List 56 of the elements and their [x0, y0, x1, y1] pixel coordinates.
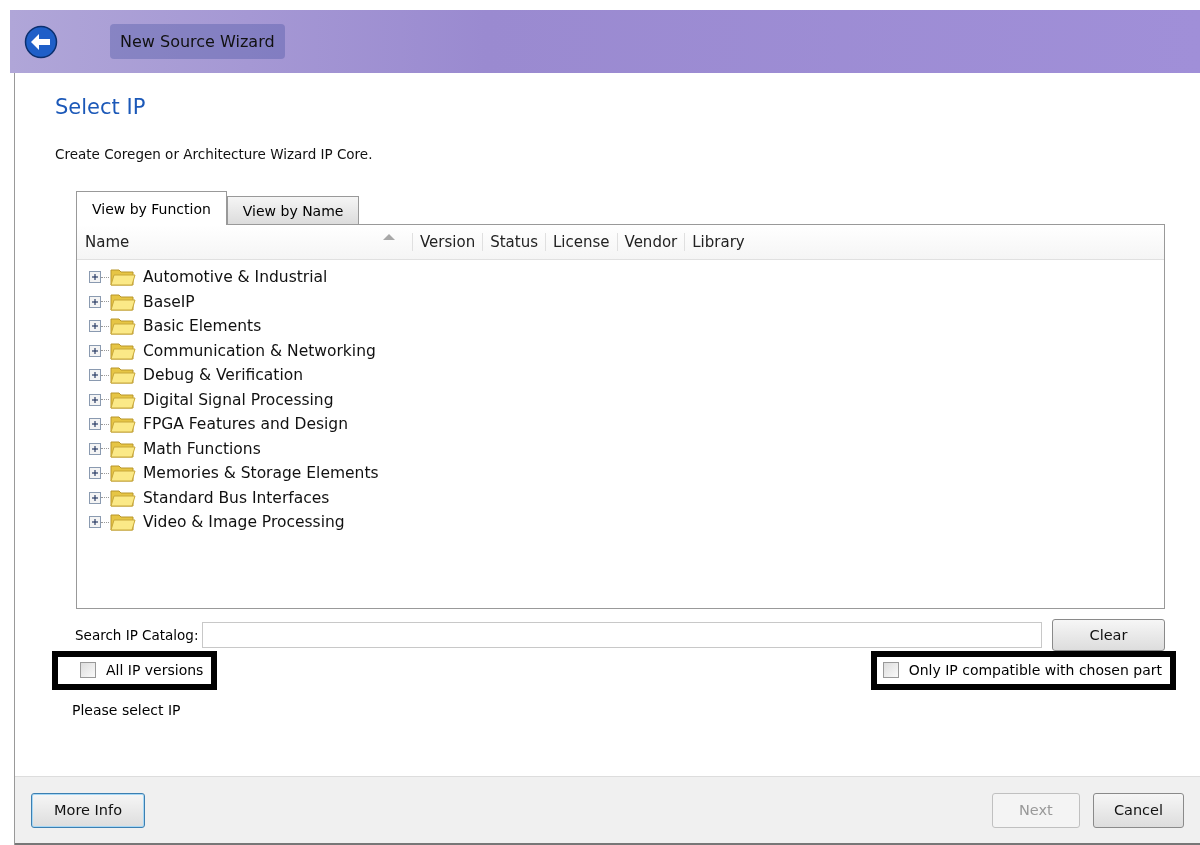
tree-item[interactable]: FPGA Features and Design: [143, 415, 348, 434]
column-header[interactable]: Vendor: [616, 233, 685, 251]
tab[interactable]: View by Function: [76, 191, 227, 225]
folder-icon: [110, 267, 136, 288]
tab[interactable]: View by Name: [226, 196, 360, 224]
tree-item[interactable]: BaseIP: [143, 292, 195, 311]
expand-icon[interactable]: [89, 467, 101, 480]
expand-icon[interactable]: [89, 442, 101, 455]
folder-icon: [110, 487, 136, 508]
search-field[interactable]: [202, 622, 1042, 648]
column-header[interactable]: Version: [412, 233, 483, 251]
checkbox[interactable]: [80, 662, 96, 678]
expand-icon[interactable]: [89, 393, 101, 406]
folder-icon: [110, 291, 136, 312]
folder-icon: [110, 340, 136, 361]
expand-icon[interactable]: [89, 344, 101, 357]
tree-item[interactable]: Video & Image Processing: [143, 513, 345, 532]
expand-icon[interactable]: [89, 418, 101, 431]
tree-item[interactable]: Math Functions: [143, 439, 261, 458]
folder-icon: [110, 438, 136, 459]
expand-icon[interactable]: [89, 491, 101, 504]
expand-icon[interactable]: [89, 516, 101, 529]
status-message: Please select IP: [72, 702, 182, 718]
expand-icon[interactable]: [89, 271, 101, 284]
search-label: Search IP Catalog:: [75, 627, 199, 643]
tree-item[interactable]: Memories & Storage Elements: [143, 464, 379, 483]
folder-icon: [110, 365, 136, 386]
folder-icon: [110, 389, 136, 410]
window-title: New Source Wizard: [110, 24, 285, 59]
checkbox-label[interactable]: Only IP compatible with chosen part: [908, 662, 1162, 678]
tree-item[interactable]: Basic Elements: [143, 317, 262, 336]
page-heading: Select IP: [55, 95, 147, 119]
expand-icon[interactable]: [89, 295, 101, 308]
checkbox[interactable]: [882, 662, 899, 678]
tree-item[interactable]: Debug & Verification: [143, 366, 303, 385]
expand-icon[interactable]: [89, 369, 101, 382]
folder-icon: [110, 414, 136, 435]
folder-icon: [110, 512, 136, 533]
column-header[interactable]: Status: [482, 233, 545, 251]
tree-item[interactable]: Standard Bus Interfaces: [143, 488, 330, 507]
tree-item[interactable]: Communication & Networking: [143, 341, 376, 360]
clear-button[interactable]: Clear: [1052, 619, 1165, 651]
page-description: Create Coregen or Architecture Wizard IP Core.: [55, 146, 374, 162]
column-header[interactable]: License: [545, 233, 617, 251]
wizard-button[interactable]: More Info: [31, 792, 145, 828]
column-header[interactable]: Name: [77, 233, 382, 251]
checkbox-label[interactable]: All IP versions: [106, 662, 204, 678]
expand-icon[interactable]: [89, 320, 101, 333]
back-button[interactable]: [24, 24, 58, 59]
tree-item[interactable]: Automotive & Industrial: [143, 268, 328, 287]
column-header[interactable]: Library: [684, 233, 752, 251]
tree-item[interactable]: Digital Signal Processing: [143, 390, 334, 409]
folder-icon: [110, 463, 136, 484]
sort-arrow-icon: [382, 233, 396, 241]
wizard-button[interactable]: Cancel: [1092, 792, 1184, 828]
folder-icon: [110, 316, 136, 337]
